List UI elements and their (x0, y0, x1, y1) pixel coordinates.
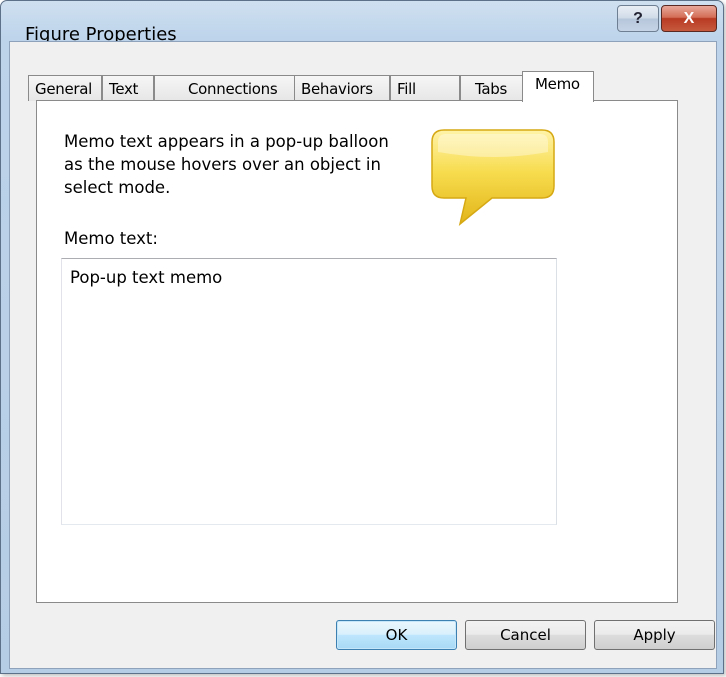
speech-balloon-icon (430, 128, 556, 230)
close-icon: X (683, 9, 695, 27)
tab-general[interactable]: General (28, 75, 102, 101)
tab-strip: General Text Connections Behaviors Fill … (28, 71, 628, 102)
tab-tabs[interactable]: Tabs (460, 75, 526, 101)
tab-text[interactable]: Text (102, 75, 154, 101)
memo-text-label: Memo text: (64, 229, 158, 248)
memo-text-input[interactable]: Pop-up text memo (62, 259, 556, 524)
description-line: Memo text appears in a pop-up balloon (64, 132, 389, 151)
tab-connections[interactable]: Connections (154, 75, 304, 101)
description-line: as the mouse hovers over an object in (64, 155, 381, 174)
apply-button[interactable]: Apply (594, 620, 715, 650)
tab-memo[interactable]: Memo (522, 71, 594, 102)
tab-behaviors[interactable]: Behaviors (294, 75, 390, 101)
memo-description: Memo text appears in a pop-up balloon as… (64, 130, 404, 199)
close-button[interactable]: X (661, 5, 717, 32)
cancel-button[interactable]: Cancel (465, 620, 586, 650)
help-button[interactable]: ? (617, 5, 659, 32)
tab-fill[interactable]: Fill (390, 75, 460, 101)
memo-text-box[interactable]: Pop-up text memo (61, 258, 557, 525)
ok-button[interactable]: OK (336, 620, 457, 650)
help-icon: ? (633, 9, 643, 27)
title-bar[interactable]: Figure Properties ? X (1, 1, 723, 45)
description-line: select mode. (64, 178, 171, 197)
